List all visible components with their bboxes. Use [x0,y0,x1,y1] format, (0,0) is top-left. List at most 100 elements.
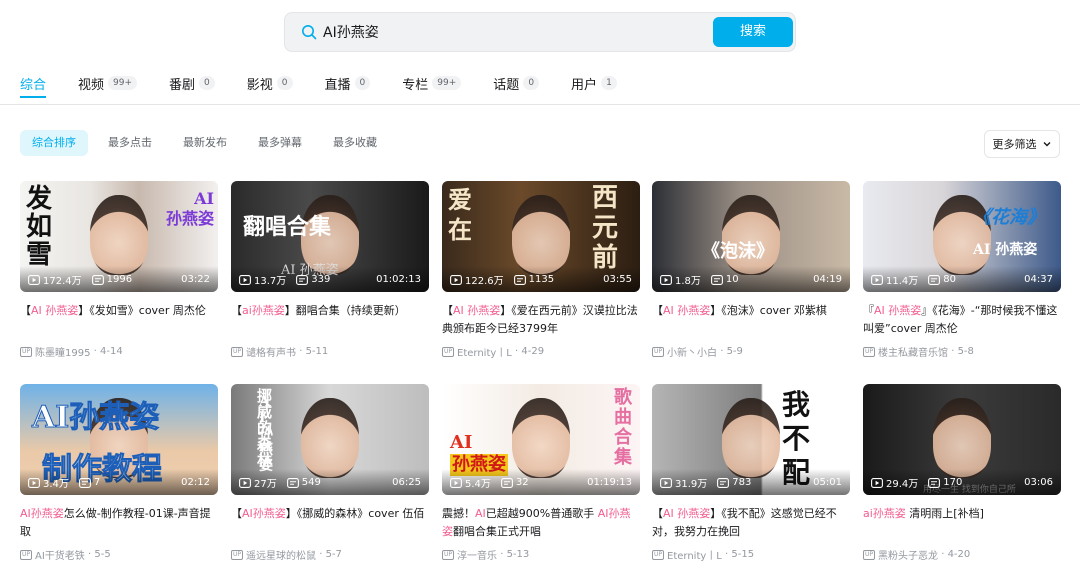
video-card[interactable]: 翻唱合集AI 孙燕姿13.7万33901:02:13 【ai孙燕姿】翻唱合集（持续… [231,181,429,359]
author-name[interactable]: 淳一音乐 [457,547,497,562]
tab-count: 1 [601,76,617,90]
title-segment: AI孙燕姿 [242,507,286,520]
video-title[interactable]: AI孙燕姿怎么做-制作教程-01课-声音提取 [20,505,218,541]
play-icon [660,274,672,285]
cover-subtitle-text: AI孙燕姿 [259,394,275,474]
up-badge-icon: UP [863,346,876,357]
cover-title-text: 《花海》 [973,203,1045,229]
cover-subtitle-char: I [259,410,266,426]
title-segment: AI 孙燕姿 [874,304,922,317]
tab-column[interactable]: 专栏 99+ [402,70,462,96]
more-filter-button[interactable]: 更多筛选 [984,130,1060,158]
video-card[interactable]: 发如雪 AI 孙燕姿 172.4万 1996 03:22 【AI 孙燕姿】《发如雪》cove… [20,181,218,359]
tab-video[interactable]: 视频 99+ [78,70,138,96]
meta-separator: · [497,549,507,560]
meta-separator: · [948,346,958,357]
danmaku-count-value: 10 [725,274,739,285]
tab-film[interactable]: 影视 0 [247,70,293,96]
tab-label: 直播 [324,77,351,93]
author-name[interactable]: 黑粉头子恶龙 [878,547,938,562]
cover-subtitle-text: 西元前 [592,183,619,273]
video-title[interactable]: 【ai孙燕姿】翻唱合集（持续更新） [231,302,429,338]
play-count: 3.4万 [28,475,69,490]
video-card[interactable]: 歌曲合集 AI 孙燕姿 5.4万 32 01:19:13 震撼！AI已超越900%普通歌手 … [442,384,640,562]
danmaku-icon [91,274,104,285]
video-thumbnail[interactable]: 发如雪 AI 孙燕姿 172.4万 1996 03:22 [20,181,218,292]
tab-user[interactable]: 用户 1 [571,70,617,96]
video-card[interactable]: 《花海》 AI 孙燕姿 11.4万 80 04:37 『AI 孙燕姿』《花海》-“那时候我… [863,181,1061,359]
video-meta: UP 淳一音乐 · 5-13 [442,547,640,562]
video-title[interactable]: 震撼！AI已超越900%普通歌手 AI孙燕姿翻唱合集正式开唱 [442,505,640,541]
video-thumbnail[interactable]: 翻唱合集AI 孙燕姿13.7万33901:02:13 [231,181,429,292]
chevron-down-icon [1043,142,1050,147]
cover-portrait [512,398,570,478]
cover-portrait [90,195,148,275]
video-card[interactable]: 《泡沫》 1.8万 10 04:19 【AI 孙燕姿】《泡沫》cover 邓紫棋 UP 小新… [652,181,850,359]
author-name[interactable]: Eternity丨L [667,547,722,562]
author-name[interactable]: 谴格有声书 [246,344,296,359]
video-title[interactable]: 『AI 孙燕姿』《花海》-“那时候我不懂这叫爱”cover 周杰伦 [863,302,1061,338]
cover-title-char: 翻唱合集 [243,214,332,240]
meta-separator: · [316,549,326,560]
danmaku-count-value: 7 [93,477,101,488]
cover-subtitle-text: AI孙燕姿 [166,189,214,229]
search-button[interactable]: 搜索 [713,17,793,47]
video-card[interactable]: AI孙燕姿制作教程3.4万702:12AI孙燕姿怎么做-制作教程-01课-声音提… [20,384,218,562]
sort-newest[interactable]: 最新发布 [172,130,238,156]
cover-title-char: 雪 [26,240,53,270]
publish-date: 4-29 [521,346,545,357]
video-card[interactable]: 挪威的森林 A I 孙燕姿 27万 549 06:25 【AI孙燕姿】《挪威的森林》cover… [231,384,429,562]
sort-most-danmaku[interactable]: 最多弹幕 [247,130,313,156]
video-stats: 3.4万 7 02:12 [28,475,210,490]
tab-count: 0 [523,76,540,90]
video-thumbnail[interactable]: 爱在 西元前 122.6万 1135 03:55 [442,181,640,292]
author-name[interactable]: 陈墨瞳1995 [35,344,90,359]
video-title[interactable]: 【AI孙燕姿】《挪威的森林》cover 伍佰 [231,505,429,541]
video-title[interactable]: 【AI 孙燕姿】《泡沫》cover 邓紫棋 [652,302,850,338]
cover-subtitle-char: 西 [592,183,619,213]
author-name[interactable]: Eternity丨L [457,344,512,359]
result-tabs: 综合 视频 99+ 番剧 0 影视 0 直播 0 专栏 99+ 话题 0 用户 1 [20,70,1060,104]
title-segment: AI 孙燕姿 [31,304,79,317]
video-card[interactable]: 爱在 西元前 122.6万 1135 03:55 【AI 孙燕姿】《爱在西元前》汉谟拉比法… [442,181,640,359]
meta-separator: · [938,549,948,560]
video-duration: 01:02:13 [376,274,421,285]
divider [0,104,1080,105]
danmaku-count: 783 [717,477,751,488]
tab-topic[interactable]: 话题 0 [493,70,540,96]
video-thumbnail[interactable]: 用尽一生 找到你自己所29.4万17003:06 [863,384,1061,495]
cover-title-char: 爱 [448,185,472,214]
author-name[interactable]: AI干货老铁 [35,547,85,562]
danmaku-icon [286,477,299,488]
author-name[interactable]: 楼主私藏音乐馆 [878,344,948,359]
tab-bangumi[interactable]: 番剧 0 [169,70,215,96]
play-count: 31.9万 [660,475,707,490]
play-count: 27万 [239,475,277,490]
video-title[interactable]: 【AI 孙燕姿】《发如雪》cover 周杰伦 [20,302,218,338]
play-count-value: 3.4万 [43,479,69,490]
video-title[interactable]: ai孙燕姿 清明雨上[补档] [863,505,1061,541]
video-thumbnail[interactable]: AI孙燕姿制作教程3.4万702:12 [20,384,218,495]
video-thumbnail[interactable]: 我不配31.9万78305:01 [652,384,850,495]
video-card[interactable]: 我不配31.9万78305:01【AI 孙燕姿】《我不配》这感觉已经不对，我努力… [652,384,850,562]
video-title[interactable]: 【AI 孙燕姿】《我不配》这感觉已经不对，我努力在挽回 [652,505,850,541]
tab-all[interactable]: 综合 [20,70,46,96]
tab-live[interactable]: 直播 0 [325,70,371,96]
video-thumbnail[interactable]: 《泡沫》 1.8万 10 04:19 [652,181,850,292]
video-title[interactable]: 【AI 孙燕姿】《爱在西元前》汉谟拉比法典颁布距今已经3799年 [442,302,640,338]
video-thumbnail[interactable]: 歌曲合集 AI 孙燕姿 5.4万 32 01:19:13 [442,384,640,495]
author-name[interactable]: 遥远星球的松鼠 [246,547,316,562]
play-icon [28,274,40,285]
title-segment: 震撼！ [442,507,475,520]
author-name[interactable]: 小新丶小白 [667,344,717,359]
sort-most-clicks[interactable]: 最多点击 [97,130,163,156]
video-thumbnail[interactable]: 挪威的森林 A I 孙燕姿 27万 549 06:25 [231,384,429,495]
danmaku-count: 32 [500,477,529,488]
sort-most-favorites[interactable]: 最多收藏 [322,130,388,156]
video-stats: 11.4万 80 04:37 [871,272,1053,287]
search-input[interactable] [323,13,703,51]
video-thumbnail[interactable]: 《花海》 AI 孙燕姿 11.4万 80 04:37 [863,181,1061,292]
video-card[interactable]: 用尽一生 找到你自己所29.4万17003:06 ai孙燕姿 清明雨上[补档] UP… [863,384,1061,562]
sort-default[interactable]: 综合排序 [20,130,88,156]
video-meta: UP 黑粉头子恶龙 · 4-20 [863,547,1061,562]
